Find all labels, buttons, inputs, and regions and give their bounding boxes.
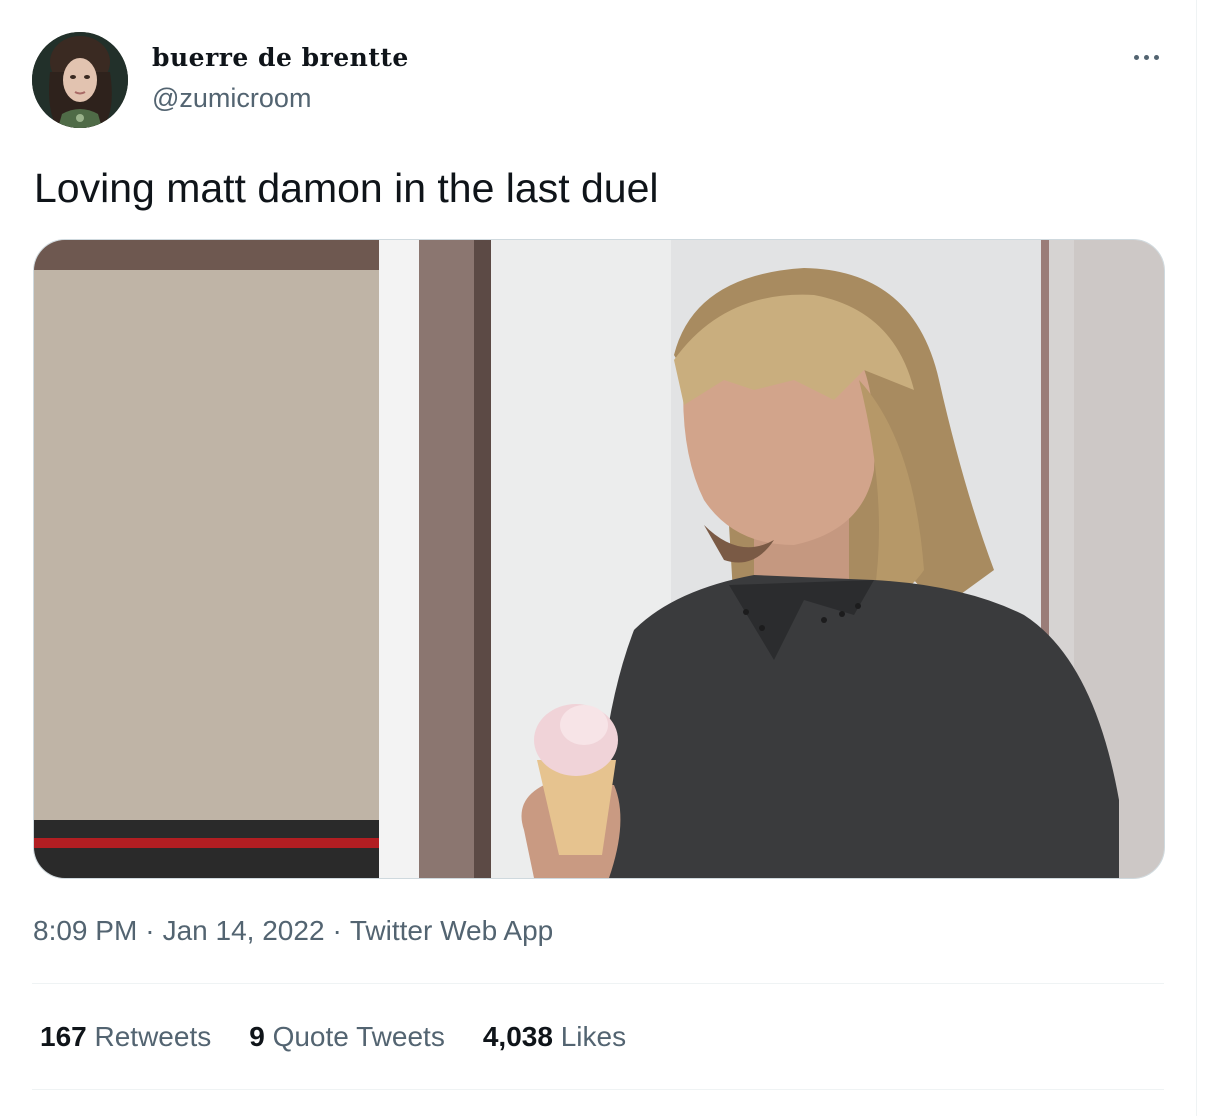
separator: · <box>145 915 155 946</box>
quote-tweets-stat[interactable]: 9 Quote Tweets <box>249 1020 445 1054</box>
user-handle[interactable]: @zumicroom <box>152 82 311 114</box>
tweet-stats: 167 Retweets 9 Quote Tweets 4,038 Likes <box>40 1020 626 1054</box>
likes-count: 4,038 <box>482 1021 553 1052</box>
ellipsis-icon <box>1153 54 1159 60</box>
tweet-timestamp-row: 8:09 PM · Jan 14, 2022 · Twitter Web App <box>33 914 553 948</box>
tweet-photo[interactable] <box>33 239 1165 879</box>
tweet-time[interactable]: 8:09 PM <box>33 915 137 946</box>
photo-image <box>34 240 1164 878</box>
avatar[interactable] <box>32 32 128 128</box>
quote-tweets-label: Quote Tweets <box>272 1021 445 1052</box>
quote-tweets-count: 9 <box>249 1021 265 1052</box>
tweet-text: Loving matt damon in the last duel <box>34 165 659 211</box>
tweet: buerre de brentte @zumicroom Loving matt… <box>0 0 1196 1116</box>
timeline-border <box>1196 0 1197 1116</box>
separator: · <box>332 915 342 946</box>
retweets-stat[interactable]: 167 Retweets <box>40 1020 211 1054</box>
ellipsis-icon <box>1143 54 1149 60</box>
display-name[interactable]: buerre de brentte <box>152 42 409 74</box>
divider <box>32 983 1164 984</box>
divider <box>32 1089 1164 1090</box>
retweets-label: Retweets <box>94 1021 212 1052</box>
tweet-source-link[interactable]: Twitter Web App <box>350 915 553 946</box>
ellipsis-icon <box>1133 54 1139 60</box>
likes-stat[interactable]: 4,038 Likes <box>483 1020 626 1054</box>
more-options-button[interactable] <box>1126 42 1166 72</box>
likes-label: Likes <box>560 1021 627 1052</box>
avatar-image <box>32 32 128 128</box>
tweet-date[interactable]: Jan 14, 2022 <box>163 915 325 946</box>
retweets-count: 167 <box>40 1021 87 1052</box>
